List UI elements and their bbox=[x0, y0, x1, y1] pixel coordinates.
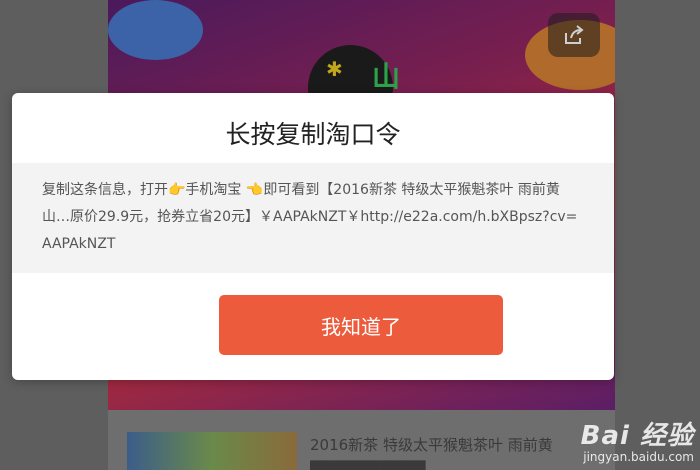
baidu-jingyan-watermark: Bai 经验 jingyan.baidu.com bbox=[581, 415, 694, 464]
taokouling-dialog: 长按复制淘口令 复制这条信息，打开👉手机淘宝 👈即可看到【2016新茶 特级太平… bbox=[12, 93, 614, 380]
dialog-message-box[interactable]: 复制这条信息，打开👉手机淘宝 👈即可看到【2016新茶 特级太平猴魁茶叶 雨前黄… bbox=[12, 163, 614, 273]
shop-logo-text: 山 bbox=[372, 60, 401, 93]
product-thumbnail[interactable] bbox=[127, 432, 297, 470]
product-title[interactable]: 2016新茶 特级太平猴魁茶叶 雨前黄 bbox=[310, 434, 553, 455]
product-subtitle-clipped: ▇▇▇▇▇▇▇▇▇▇ bbox=[310, 458, 426, 470]
share-icon bbox=[565, 25, 584, 44]
confirm-button[interactable]: 我知道了 bbox=[219, 295, 503, 355]
share-button[interactable] bbox=[548, 13, 600, 57]
dialog-title: 长按复制淘口令 bbox=[225, 120, 401, 149]
shop-logo-mark: ✱ bbox=[326, 57, 343, 81]
watermark-url: jingyan.baidu.com bbox=[583, 450, 694, 464]
banner-decoration bbox=[108, 0, 203, 60]
watermark-logo: Bai 经验 bbox=[580, 421, 694, 451]
dialog-message: 复制这条信息，打开👉手机淘宝 👈即可看到【2016新茶 特级太平猴魁茶叶 雨前黄… bbox=[42, 182, 578, 252]
background-right-strip bbox=[615, 0, 700, 470]
